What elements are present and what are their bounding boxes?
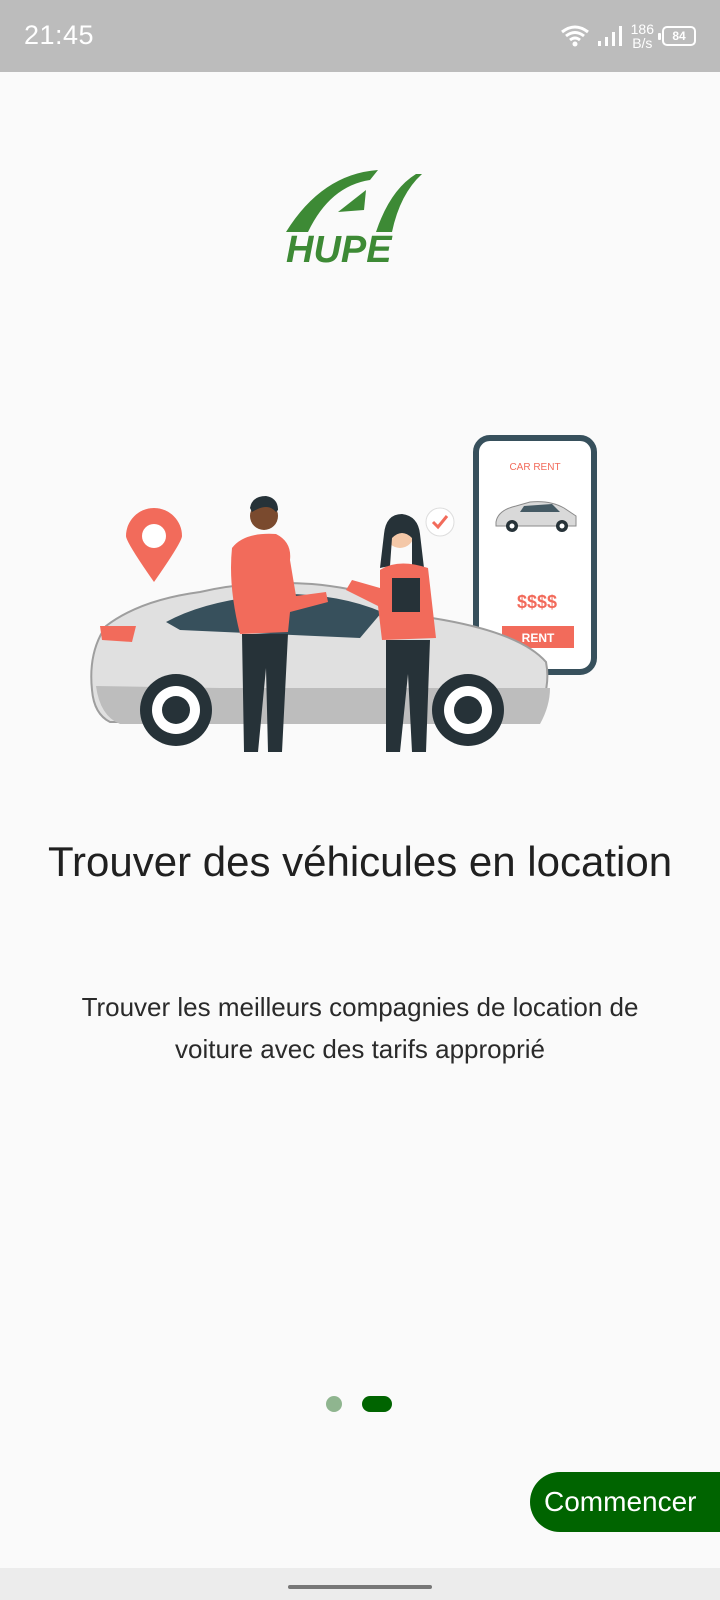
- page-dot-1[interactable]: [326, 1396, 342, 1412]
- home-handle[interactable]: [288, 1585, 432, 1589]
- car-rental-illustration: CAR RENT $$$$ RENT: [90, 435, 597, 752]
- location-pin-icon: [126, 508, 182, 582]
- signal-icon: [597, 26, 622, 46]
- navigation-bar: [0, 1568, 720, 1600]
- page-indicator: [326, 1396, 392, 1412]
- phone-header: CAR RENT: [509, 462, 560, 473]
- onboarding-title: Trouver des véhicules en location: [47, 838, 673, 885]
- network-speed: 186 B/s: [631, 22, 654, 50]
- battery-icon: 84: [658, 26, 696, 46]
- network-speed-value: 186: [630, 21, 654, 37]
- page-dot-2-active[interactable]: [362, 1396, 392, 1412]
- phone-price: $$$$: [517, 592, 557, 612]
- onboarding-subtitle: Trouver les meilleurs compagnies de loca…: [81, 992, 639, 1064]
- logo-text: HUPE: [286, 229, 393, 271]
- status-bar: 21:45 186 B/s 84: [0, 0, 720, 72]
- start-button[interactable]: Commencer: [530, 1472, 720, 1532]
- status-time: 21:45: [24, 20, 95, 50]
- check-badge-icon: [425, 507, 455, 537]
- hupe-logo: HUPE: [286, 170, 422, 271]
- battery-level: 84: [672, 29, 686, 43]
- phone-rent-label: RENT: [522, 631, 555, 645]
- network-speed-unit: B/s: [632, 35, 653, 51]
- wifi-icon: [560, 25, 589, 47]
- status-icons: 186 B/s 84: [560, 18, 696, 54]
